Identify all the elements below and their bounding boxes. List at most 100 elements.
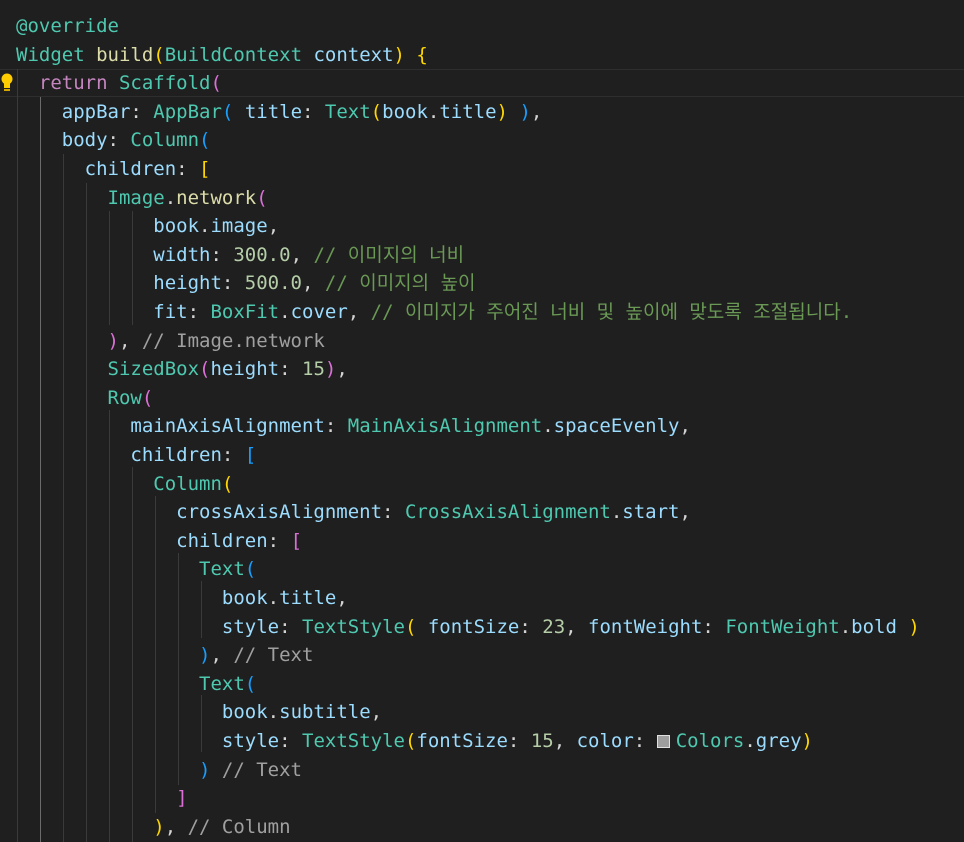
code-token: build — [96, 43, 154, 66]
code-token: : — [279, 615, 302, 638]
code-token: ( — [221, 100, 234, 123]
code-token: : — [507, 730, 531, 752]
code-token: spaceEvenly — [553, 415, 680, 438]
code-token: : — [210, 243, 234, 266]
code-line[interactable]: ] — [16, 784, 187, 812]
code-token: . — [839, 615, 852, 638]
code-token: , — [336, 358, 348, 381]
code-token: , — [347, 301, 371, 323]
code-token: . — [164, 186, 177, 209]
code-line[interactable]: @override — [16, 12, 119, 40]
code-line[interactable]: Column( — [16, 470, 233, 498]
code-token: height — [16, 272, 222, 295]
code-token: , — [336, 587, 348, 609]
code-line[interactable]: ), // Text — [16, 641, 313, 669]
code-line[interactable]: return Scaffold( — [16, 69, 222, 97]
code-token: Text — [16, 558, 245, 581]
code-token: style — [16, 730, 280, 752]
code-token: appBar — [16, 100, 131, 123]
code-token: body — [16, 129, 108, 152]
code-token: , — [553, 730, 577, 752]
code-line[interactable]: book.subtitle, — [16, 698, 382, 726]
code-token: // 이미지의 높이 — [324, 272, 476, 295]
code-token: book — [16, 701, 268, 724]
code-token: title — [439, 100, 497, 123]
code-token: Row — [16, 386, 142, 409]
code-line[interactable]: book.title, — [16, 584, 348, 612]
code-token: children — [16, 158, 177, 180]
code-token: ) — [496, 100, 508, 123]
code-token: . — [279, 301, 291, 323]
code-token: , — [679, 415, 691, 438]
code-token: ( — [221, 472, 234, 495]
code-token: TextStyle — [302, 730, 405, 752]
color-swatch-icon[interactable] — [656, 735, 670, 748]
code-editor[interactable]: @override Widget build(BuildContext conte… — [0, 0, 964, 842]
code-line[interactable]: style: TextStyle(fontSize: 15, color: Co… — [16, 727, 813, 755]
code-token: title — [279, 587, 337, 609]
code-token: book — [16, 587, 268, 609]
code-line[interactable]: style: TextStyle( fontSize: 23, fontWeig… — [16, 613, 920, 641]
code-token: : — [302, 100, 325, 123]
code-line[interactable]: ), // Column — [16, 813, 291, 841]
code-token: [ — [244, 444, 257, 466]
code-line[interactable]: Text( — [16, 555, 256, 583]
code-line[interactable]: height: 500.0, // 이미지의 높이 — [16, 269, 476, 297]
code-token: book — [382, 100, 428, 123]
code-line[interactable]: appBar: AppBar( title: Text(book.title) … — [16, 98, 543, 126]
code-line[interactable]: Widget build(BuildContext context) { — [16, 41, 428, 69]
code-token: ( — [210, 72, 222, 95]
code-line[interactable]: fit: BoxFit.cover, // 이미지가 주어진 너비 및 높이에 … — [16, 298, 852, 326]
code-line[interactable]: Row( — [16, 384, 154, 412]
code-token: , — [164, 815, 188, 838]
code-token: ) — [16, 329, 119, 352]
code-token: , — [302, 272, 325, 295]
code-token: BuildContext — [164, 43, 314, 66]
code-token: , — [530, 100, 543, 123]
code-token: ( — [244, 672, 257, 695]
code-line[interactable]: book.image, — [16, 212, 279, 240]
code-line[interactable]: mainAxisAlignment: MainAxisAlignment.spa… — [16, 412, 691, 440]
code-line[interactable]: ), // Image.network — [16, 327, 325, 355]
code-token: : — [221, 272, 245, 295]
code-token: ) — [908, 615, 920, 638]
code-token: , — [267, 215, 280, 238]
code-token: title — [233, 100, 303, 123]
code-line[interactable]: ) // Text — [16, 756, 302, 784]
code-token: Image — [16, 186, 165, 209]
code-token: [ — [199, 158, 211, 180]
code-token: 15 — [530, 730, 554, 752]
code-token: . — [744, 730, 756, 752]
code-token: image — [210, 215, 268, 238]
code-token: . — [199, 215, 211, 238]
code-line[interactable]: crossAxisAlignment: CrossAxisAlignment.s… — [16, 498, 691, 526]
code-token: : — [187, 301, 211, 323]
code-line[interactable]: children: [ — [16, 155, 211, 183]
code-token: grey — [755, 730, 802, 752]
code-token: : — [107, 129, 131, 152]
code-token: ( — [404, 615, 417, 638]
code-token: AppBar — [153, 100, 222, 123]
code-token: 23 — [542, 615, 566, 638]
code-token: ) — [16, 758, 222, 781]
lightbulb-icon[interactable] — [0, 72, 14, 94]
code-token: { — [416, 43, 428, 66]
code-line[interactable]: SizedBox(height: 15), — [16, 355, 348, 383]
code-token: ( — [370, 100, 383, 123]
code-token: book — [16, 215, 200, 238]
code-line[interactable]: body: Column( — [16, 126, 211, 154]
code-token: : — [279, 730, 302, 752]
code-token: : — [324, 415, 348, 438]
code-line[interactable]: Text( — [16, 670, 256, 698]
code-line[interactable]: children: [ — [16, 441, 256, 469]
code-line[interactable]: children: [ — [16, 527, 302, 555]
code-token: . — [267, 587, 280, 609]
code-line[interactable]: width: 300.0, // 이미지의 너비 — [16, 241, 464, 269]
code-token: , — [565, 615, 589, 638]
code-token: fontSize — [416, 615, 520, 638]
code-token: SizedBox — [16, 358, 200, 381]
code-line[interactable]: Image.network( — [16, 184, 268, 212]
code-token: // Column — [187, 815, 291, 838]
